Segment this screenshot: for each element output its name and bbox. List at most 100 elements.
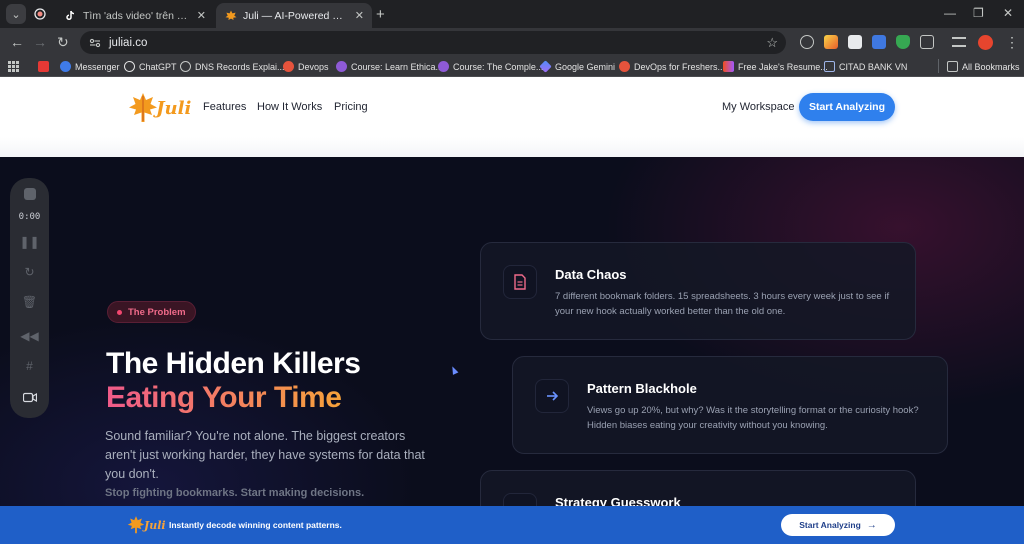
bookmarks-divider <box>938 59 939 73</box>
close-window-icon[interactable]: ✕ <box>1003 6 1013 20</box>
globe-icon <box>180 61 191 72</box>
bookmark-label: DevOps for Freshers... <box>634 61 726 72</box>
restore-icon[interactable]: ❐ <box>973 6 984 20</box>
apps-grid-icon[interactable] <box>8 59 19 74</box>
bookmark-course-ethical[interactable]: Course: Learn Ethica... <box>336 59 443 74</box>
url-text: juliai.co <box>109 36 148 49</box>
tab-tiktok[interactable]: Tìm 'ads video' trên TikTok | Tìm ✕ <box>56 3 214 28</box>
bookmark-chatgpt[interactable]: ChatGPT <box>124 59 177 74</box>
restart-icon[interactable]: ↻ <box>22 264 37 279</box>
nav-features[interactable]: Features <box>203 101 246 113</box>
messenger-icon <box>60 61 71 72</box>
nav-my-workspace[interactable]: My Workspace <box>722 101 795 113</box>
bookmark-dns[interactable]: DNS Records Explai... <box>180 59 285 74</box>
banner-cta-label: Start Analyzing <box>799 520 861 530</box>
new-tab-button[interactable]: + <box>376 6 385 23</box>
badge-label: The Problem <box>128 306 186 318</box>
tab-title: Tìm 'ads video' trên TikTok | Tìm <box>83 9 191 22</box>
minimize-icon[interactable]: — <box>944 6 956 20</box>
problem-badge: The Problem <box>107 301 196 323</box>
pause-icon[interactable]: ❚❚ <box>19 234 39 249</box>
bookmark-gemini[interactable]: Google Gemini <box>539 59 616 74</box>
menu-kebab-icon[interactable]: ⋮ <box>1005 34 1019 51</box>
chatgpt-icon <box>124 61 135 72</box>
extension-shield-icon[interactable] <box>896 35 910 49</box>
extension-compass-icon[interactable] <box>800 35 814 49</box>
gemini-icon <box>539 60 552 73</box>
record-icon[interactable] <box>30 4 50 24</box>
grid-icon[interactable]: # <box>22 358 37 373</box>
recording-timer: 0:00 <box>18 212 41 222</box>
extension-gear-icon[interactable] <box>872 35 886 49</box>
bookmark-course-complete[interactable]: Course: The Comple... <box>438 59 543 74</box>
extensions-puzzle-icon[interactable] <box>920 35 934 49</box>
bookmark-label: Course: The Comple... <box>453 61 544 72</box>
arrow-right-icon: → <box>866 519 877 531</box>
udemy-icon <box>336 61 347 72</box>
banner-logo[interactable]: Juli <box>126 515 166 535</box>
tiktok-icon <box>64 9 77 22</box>
tab-juli[interactable]: Juli — AI-Powered Content Wo ✕ <box>216 3 372 28</box>
udemy-icon <box>438 61 449 72</box>
bookmark-label: Google Gemini <box>555 61 616 72</box>
start-analyzing-button[interactable]: Start Analyzing <box>799 93 895 121</box>
bank-icon <box>824 61 835 72</box>
hero-title-line1: The Hidden Killers <box>106 347 361 380</box>
bookmark-devops-freshers[interactable]: DevOps for Freshers... <box>619 59 725 74</box>
sticky-cta-banner: Juli Instantly decode winning content pa… <box>0 506 1024 544</box>
screen-recorder-widget: 0:00 ❚❚ ↻ 🗑 ◀◀ # <box>10 178 49 418</box>
reload-icon[interactable]: ↻ <box>57 34 69 51</box>
tab-search-button[interactable]: ⌄ <box>6 4 26 24</box>
media-controls-icon[interactable] <box>952 37 966 47</box>
document-icon <box>503 265 537 299</box>
nav-how-it-works[interactable]: How It Works <box>257 101 322 113</box>
bookmark-label: Messenger <box>75 61 120 72</box>
site-header: Juli Features How It Works Pricing My Wo… <box>0 77 1024 137</box>
back-icon[interactable]: ← <box>10 34 24 50</box>
bookmark-youtube[interactable] <box>38 59 53 74</box>
bookmark-devops[interactable]: Devops <box>283 59 329 74</box>
forward-icon[interactable]: → <box>33 34 47 50</box>
bookmark-label: Course: Learn Ethica... <box>351 61 444 72</box>
hero-lead: Sound familiar? You're not alone. The bi… <box>105 429 425 481</box>
youtube-icon <box>38 61 49 72</box>
all-bookmarks[interactable]: All Bookmarks <box>947 59 1020 74</box>
bookmark-label: DNS Records Explai... <box>195 61 285 72</box>
hero-title-line2: Eating Your Time <box>106 381 342 414</box>
bookmark-citad[interactable]: CITAD BANK VN <box>824 59 907 74</box>
close-tab-icon[interactable]: ✕ <box>355 9 364 22</box>
bookmark-label: Devops <box>298 61 329 72</box>
arrow-right-icon <box>535 379 569 413</box>
bookmark-label: Free Jake's Resume... <box>738 61 828 72</box>
close-tab-icon[interactable]: ✕ <box>197 9 206 22</box>
banner-logo-text: Juli <box>144 518 166 532</box>
card-description: Views go up 20%, but why? Was it the sto… <box>587 405 919 431</box>
maple-leaf-logo-icon <box>127 516 145 534</box>
logo-text: Juli <box>156 97 192 119</box>
banner-start-analyzing-button[interactable]: Start Analyzing → <box>781 514 895 536</box>
stop-icon <box>23 187 36 200</box>
chevron-down-icon: ⌄ <box>11 8 21 21</box>
site-info-icon[interactable] <box>88 36 102 50</box>
bookmark-star-icon[interactable]: ☆ <box>766 35 778 51</box>
stop-recording-button[interactable] <box>22 186 37 201</box>
maple-leaf-logo-icon <box>129 93 157 122</box>
extension-doc-icon[interactable] <box>848 35 862 49</box>
extension-pen-icon[interactable] <box>824 35 838 49</box>
devops-icon <box>283 61 294 72</box>
tab-title: Juli — AI-Powered Content Wo <box>243 9 349 22</box>
header-fade <box>0 137 1024 157</box>
trash-icon[interactable]: 🗑 <box>22 294 37 309</box>
card-title: Data Chaos <box>555 267 627 282</box>
badge-dot-icon <box>117 309 122 315</box>
site-logo[interactable]: Juli <box>126 91 191 125</box>
folder-icon <box>947 61 958 72</box>
bookmark-messenger[interactable]: Messenger <box>60 59 120 74</box>
camera-icon[interactable] <box>22 390 37 405</box>
address-bar[interactable]: juliai.co ☆ <box>80 31 786 54</box>
rewind-icon[interactable]: ◀◀ <box>20 328 38 343</box>
bookmark-resume[interactable]: Free Jake's Resume... <box>723 59 828 74</box>
bookmark-label: ChatGPT <box>139 61 177 72</box>
nav-pricing[interactable]: Pricing <box>334 101 368 113</box>
profile-avatar[interactable] <box>978 35 993 50</box>
